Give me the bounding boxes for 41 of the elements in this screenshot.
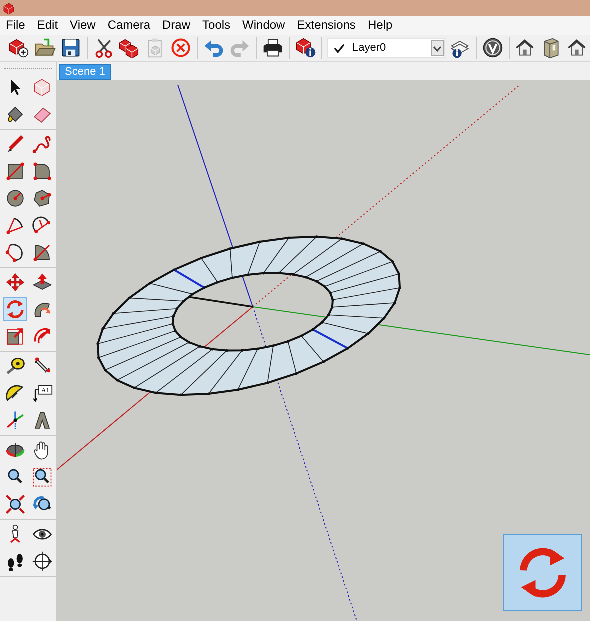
rotate-tool-button[interactable] xyxy=(3,297,27,321)
menu-item[interactable]: Draw xyxy=(156,16,197,35)
menu-item[interactable]: Edit xyxy=(31,16,64,35)
new-file-icon xyxy=(8,37,30,59)
arc-icon xyxy=(32,214,52,236)
polygon-icon xyxy=(32,188,52,208)
zoom-window-icon xyxy=(32,466,52,488)
cubes-icon xyxy=(118,37,140,59)
move-arrows-icon xyxy=(4,272,26,292)
menu-item[interactable]: File xyxy=(0,16,32,35)
ring-model-drawing[interactable] xyxy=(96,236,402,396)
pencil-icon xyxy=(4,134,26,154)
rotate-icon xyxy=(4,298,26,320)
circle-icon xyxy=(4,188,26,208)
menu-item[interactable]: Tools xyxy=(196,16,237,35)
scale-icon xyxy=(4,326,26,346)
component-icon xyxy=(32,76,52,98)
offset-icon xyxy=(32,326,52,346)
section-plane-icon xyxy=(32,550,52,572)
menu-item[interactable]: Window xyxy=(236,16,292,35)
zoomext-tool-button[interactable] xyxy=(3,492,27,516)
protractor-icon xyxy=(4,382,26,404)
layer-dropdown[interactable]: Layer0 xyxy=(327,38,445,58)
menu-item[interactable]: Camera xyxy=(102,16,157,35)
freehand-line-icon xyxy=(32,134,52,154)
printer-icon xyxy=(262,37,284,59)
menu-item[interactable]: View xyxy=(64,16,102,35)
arc-icon xyxy=(4,242,26,262)
push-pull-icon xyxy=(32,272,52,292)
menu-item[interactable]: Help xyxy=(362,16,399,35)
delete-icon xyxy=(170,37,192,59)
rotate-button[interactable] xyxy=(503,534,582,611)
rectangle-icon xyxy=(4,160,26,182)
section-tool-button[interactable] xyxy=(30,549,54,573)
zoom-extents-icon xyxy=(4,494,26,514)
info-icon xyxy=(294,37,317,59)
tape-measure-icon xyxy=(4,356,26,376)
folder-icon xyxy=(34,37,56,59)
axes-icon xyxy=(4,410,26,430)
dropdown-button[interactable] xyxy=(430,40,444,56)
menu-item[interactable]: Extensions xyxy=(291,16,362,35)
